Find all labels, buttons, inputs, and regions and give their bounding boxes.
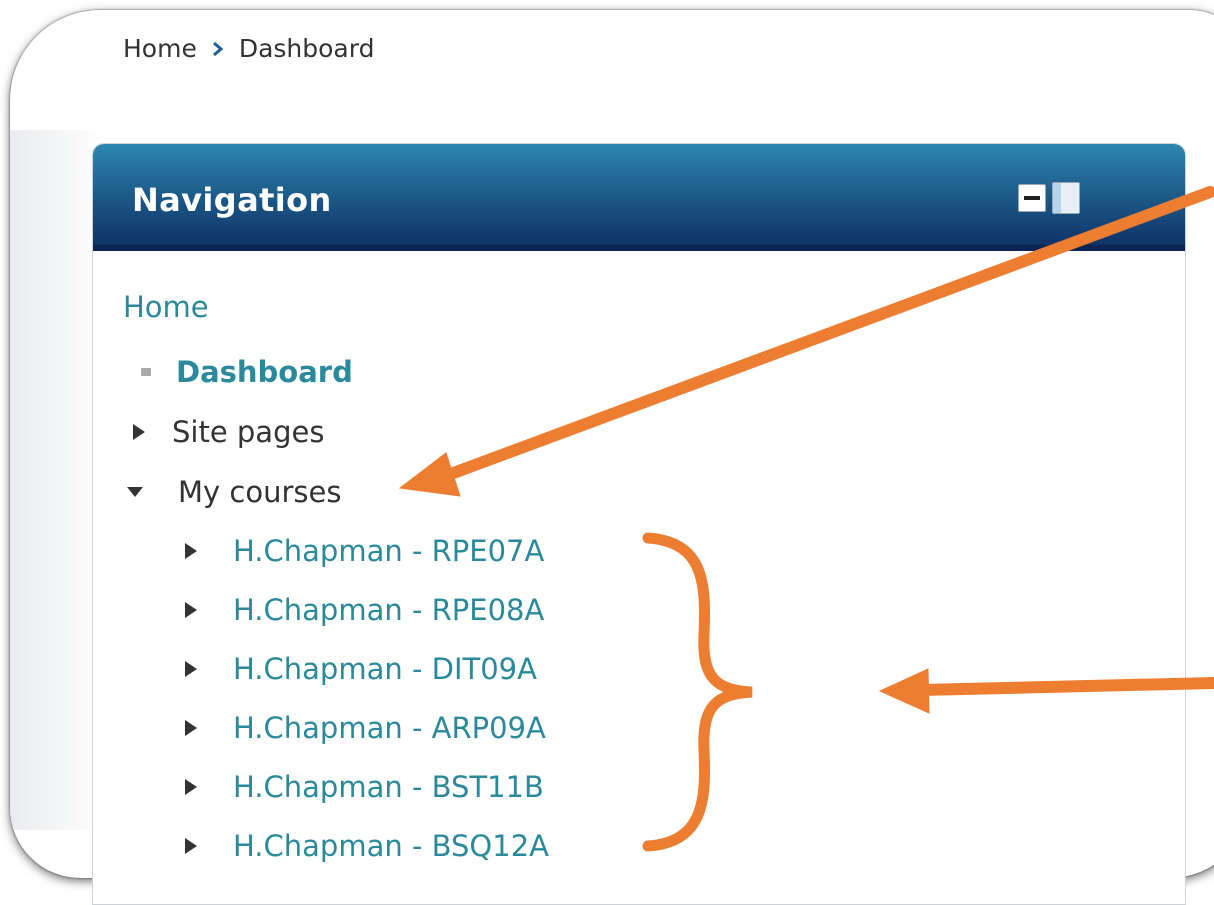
expand-arrow-icon [185, 779, 197, 795]
expand-arrow-icon [133, 424, 145, 440]
nav-item-site-pages[interactable]: Site pages [133, 415, 324, 449]
course-item[interactable]: H.Chapman - DIT09A [185, 652, 537, 686]
course-item[interactable]: H.Chapman - RPE08A [185, 593, 544, 627]
expand-arrow-icon [185, 838, 197, 854]
course-link[interactable]: H.Chapman - DIT09A [233, 652, 537, 686]
nav-dashboard-label: Dashboard [176, 355, 353, 389]
course-link[interactable]: H.Chapman - BSQ12A [233, 829, 549, 863]
course-link[interactable]: H.Chapman - RPE08A [233, 593, 544, 627]
dock-block-icon[interactable] [1052, 182, 1080, 214]
page-shade [10, 130, 105, 830]
breadcrumb: Home Dashboard [123, 34, 374, 63]
course-item[interactable]: H.Chapman - BST11B [185, 770, 544, 804]
bullet-icon [141, 368, 151, 376]
course-link[interactable]: H.Chapman - RPE07A [233, 534, 544, 568]
nav-site-pages-label: Site pages [172, 415, 325, 449]
expand-arrow-icon [185, 661, 197, 677]
course-item[interactable]: H.Chapman - RPE07A [185, 534, 544, 568]
course-link[interactable]: H.Chapman - ARP09A [233, 711, 546, 745]
course-item[interactable]: H.Chapman - BSQ12A [185, 829, 549, 863]
nav-item-dashboard[interactable]: Dashboard [141, 355, 353, 389]
course-item[interactable]: H.Chapman - ARP09A [185, 711, 546, 745]
breadcrumb-dashboard: Dashboard [238, 34, 375, 63]
breadcrumb-home[interactable]: Home [123, 34, 197, 63]
minimize-icon[interactable] [1018, 184, 1046, 212]
expand-arrow-icon [185, 720, 197, 736]
nav-my-courses-label: My courses [178, 475, 342, 509]
expand-arrow-icon [185, 602, 197, 618]
course-link[interactable]: H.Chapman - BST11B [233, 770, 544, 804]
nav-item-my-courses[interactable]: My courses [127, 475, 341, 509]
collapse-arrow-icon [127, 487, 143, 497]
nav-home-link[interactable]: Home [123, 290, 209, 324]
expand-arrow-icon [185, 543, 197, 559]
navigation-block-title: Navigation [132, 181, 332, 219]
chevron-right-icon [211, 41, 225, 56]
